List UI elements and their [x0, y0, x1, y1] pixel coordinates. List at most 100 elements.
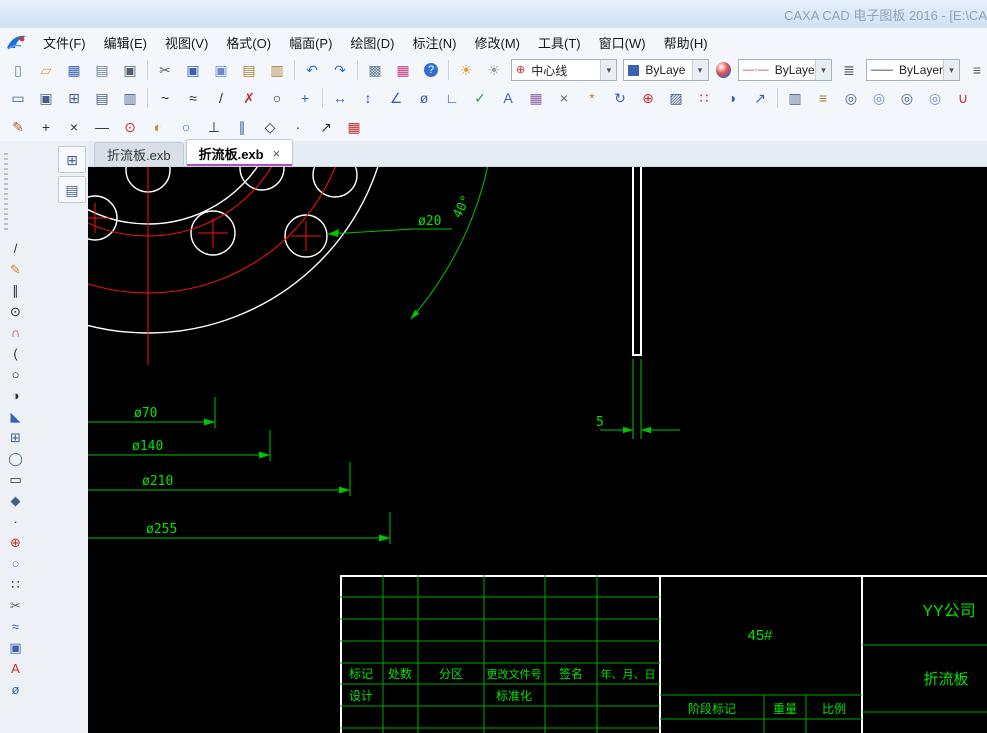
toolbar-grip[interactable] — [4, 153, 8, 231]
zoom-window-button[interactable]: ◎ — [837, 85, 865, 111]
rotate-button[interactable]: ↻ — [606, 85, 634, 111]
menu-edit[interactable]: 编辑(E) — [95, 28, 156, 57]
layer-combo[interactable]: ByLaye ▾ — [623, 59, 709, 81]
menu-format[interactable]: 格式(O) — [217, 28, 280, 57]
drawing-panel-button[interactable]: ▤ — [58, 176, 86, 203]
annotate-text-button[interactable]: A — [494, 85, 522, 111]
snap-parallel-button[interactable]: ∥ — [228, 114, 256, 140]
object-snap-button[interactable]: ∪ — [949, 85, 977, 111]
paper-setup-button[interactable]: ▭ — [4, 85, 32, 111]
linewidth-settings-button[interactable]: ≡ — [963, 57, 987, 83]
explode-button[interactable]: * — [578, 85, 606, 111]
leader-button[interactable]: ↗ — [746, 85, 774, 111]
draw-circle-button[interactable]: ⊙ — [3, 301, 29, 321]
snap-endpoint-button[interactable]: + — [32, 114, 60, 140]
layer-color-button[interactable]: ☀ — [480, 57, 508, 83]
snap-point-button[interactable]: · — [284, 114, 312, 140]
tab-close-icon[interactable]: × — [273, 146, 281, 161]
insert-image-button[interactable]: ▦ — [522, 85, 550, 111]
parameter-bar-button[interactable]: ⊞ — [60, 85, 88, 111]
menu-tools[interactable]: 工具(T) — [529, 28, 590, 57]
snap-node-button[interactable]: ◇ — [256, 114, 284, 140]
draw-arc-3p-button[interactable]: ( — [3, 343, 29, 363]
tab-document-2-active[interactable]: 折流板.exb × — [185, 139, 294, 166]
snap-center-button[interactable]: ⊙ — [116, 114, 144, 140]
center-mark-button[interactable]: ⊕ — [634, 85, 662, 111]
layer-on-button[interactable]: ☀ — [452, 57, 480, 83]
grid-settings-button[interactable]: ▦ — [340, 114, 368, 140]
dim-angular-button[interactable]: ∠ — [382, 85, 410, 111]
title-block-button[interactable]: ▣ — [32, 85, 60, 111]
redo-button[interactable]: ↷ — [326, 57, 354, 83]
centerline-combo-arrow[interactable]: ▾ — [600, 60, 617, 80]
draw-polyline-button[interactable]: ◣ — [3, 406, 29, 426]
draw-dimension-button[interactable]: ø — [3, 679, 29, 699]
snap-extension-button[interactable]: ↗ — [312, 114, 340, 140]
break-button[interactable]: × — [550, 85, 578, 111]
print-button[interactable]: ▣ — [116, 57, 144, 83]
undo-button[interactable]: ↶ — [298, 57, 326, 83]
pan-button[interactable]: + — [291, 85, 319, 111]
linetype-combo[interactable]: —·— ByLaye ▾ — [738, 59, 833, 81]
linetype-combo-arrow[interactable]: ▾ — [815, 60, 832, 80]
ole-object-button[interactable]: ▩ — [361, 57, 389, 83]
ruler-button[interactable]: ≡ — [809, 85, 837, 111]
snap-nearest-button[interactable]: — — [88, 114, 116, 140]
draw-line-button[interactable]: / — [3, 238, 29, 258]
bom-table-button[interactable]: ▤ — [88, 85, 116, 111]
dim-diameter-button[interactable]: ø — [410, 85, 438, 111]
snap-quadrant-button[interactable]: ◐ — [144, 114, 172, 140]
draw-parallel-button[interactable]: ∥ — [3, 280, 29, 300]
draw-rectangle-button[interactable]: ▭ — [3, 469, 29, 489]
menu-window[interactable]: 窗口(W) — [590, 28, 655, 57]
open-file-button[interactable]: ▱ — [32, 57, 60, 83]
draw-text-button[interactable]: A — [3, 658, 29, 678]
plot-preview-button[interactable]: ▤ — [88, 57, 116, 83]
sheet-number-button[interactable]: ▥ — [116, 85, 144, 111]
draw-ellipse-arc-button[interactable]: ◑ — [3, 385, 29, 405]
zoom-pan-button[interactable]: ◎ — [865, 85, 893, 111]
dim-coordinate-button[interactable]: ∟ — [438, 85, 466, 111]
trim-button[interactable]: ✂ — [3, 595, 29, 615]
zoom-out-button[interactable]: ◎ — [921, 85, 949, 111]
snap-tangent-button[interactable]: ○ — [172, 114, 200, 140]
sheet-panel-button[interactable]: ⊞ — [58, 146, 86, 173]
copy-with-basepoint-button[interactable]: ▣ — [207, 57, 235, 83]
linewidth-list-button[interactable]: ≣ — [835, 57, 863, 83]
drawing-canvas[interactable]: ø20 40° ø70 ø140 ø210 ø255 5 标记 处数 分区 更改… — [0, 0, 987, 733]
copy-object-button[interactable]: ▣ — [3, 637, 29, 657]
menu-dimension[interactable]: 标注(N) — [403, 28, 465, 57]
draw-grid-button[interactable]: ⊞ — [3, 427, 29, 447]
draw-offset-button[interactable]: ○ — [3, 553, 29, 573]
centerline-style-combo[interactable]: ⊕ 中心线 ▾ — [511, 59, 618, 81]
menu-draw[interactable]: 绘图(D) — [341, 28, 403, 57]
dim-linear-button[interactable]: ↔ — [326, 85, 354, 111]
save-file-button[interactable]: ▦ — [60, 57, 88, 83]
paste-special-button[interactable]: ▥ — [263, 57, 291, 83]
snap-intersection-button[interactable]: × — [60, 114, 88, 140]
sketch-pen-button[interactable]: ✎ — [4, 114, 32, 140]
hatch-button[interactable]: ▨ — [662, 85, 690, 111]
draw-circle-2p-button[interactable]: ○ — [3, 364, 29, 384]
zoom-in-button[interactable]: ◎ — [893, 85, 921, 111]
menu-modify[interactable]: 修改(M) — [466, 28, 530, 57]
menu-view[interactable]: 视图(V) — [156, 28, 217, 57]
render-sphere-button[interactable]: ◑ — [718, 85, 746, 111]
draw-sketch-button[interactable]: ✎ — [3, 259, 29, 279]
help-button[interactable]: ? — [417, 57, 445, 83]
draw-centerline-button[interactable]: ⊕ — [3, 532, 29, 552]
menu-paper[interactable]: 幅面(P) — [280, 28, 341, 57]
draw-arc-button[interactable]: ∩ — [3, 322, 29, 342]
color-ball-icon[interactable] — [715, 62, 732, 78]
draw-point-button[interactable]: · — [3, 511, 29, 531]
linewidth-combo-arrow[interactable]: ▾ — [943, 60, 960, 80]
line-button[interactable]: / — [207, 85, 235, 111]
array-button[interactable]: ∷ — [690, 85, 718, 111]
draw-polygon-button[interactable]: ◆ — [3, 490, 29, 510]
dim-check-button[interactable]: ✓ — [466, 85, 494, 111]
draw-points-button[interactable]: ∷ — [3, 574, 29, 594]
new-file-button[interactable]: ▯ — [4, 57, 32, 83]
snap-perpendicular-button[interactable]: ⊥ — [200, 114, 228, 140]
draw-wave-line-button[interactable]: ≈ — [3, 616, 29, 636]
spline-button[interactable]: ~ — [151, 85, 179, 111]
